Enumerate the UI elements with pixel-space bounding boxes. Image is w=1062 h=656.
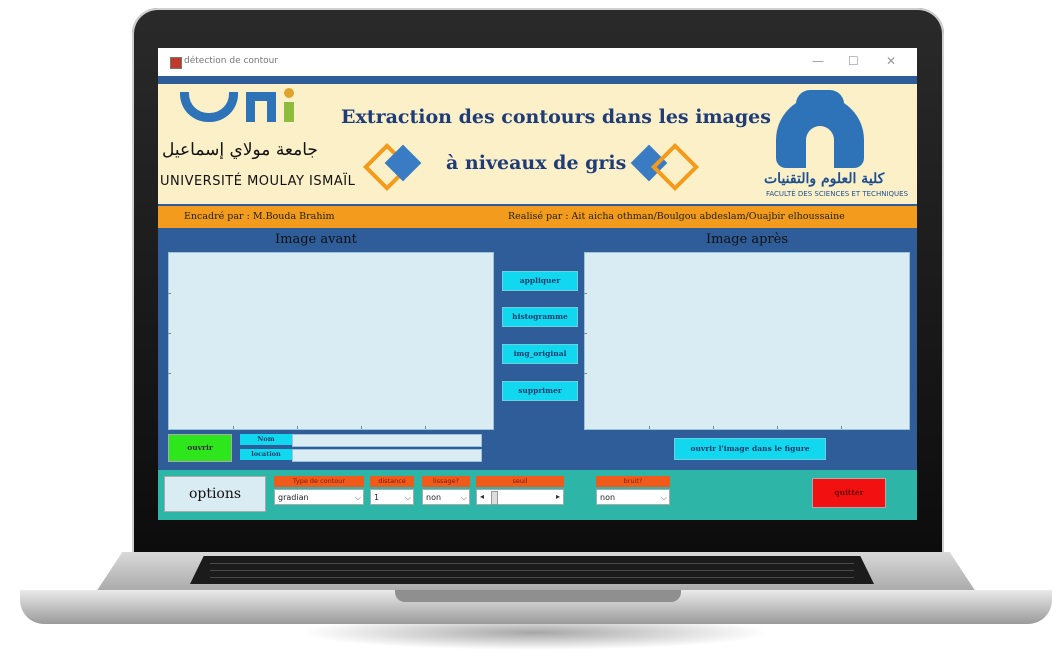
umi-logo-bar <box>284 102 294 122</box>
distance-label: distance <box>370 476 414 487</box>
faculty-name-arabic: كلية العلوم والتقنيات <box>764 171 885 187</box>
chevron-down-icon: ⌵ <box>354 493 361 502</box>
close-button[interactable]: ✕ <box>886 54 896 68</box>
after-image-label: Image après <box>706 232 789 247</box>
distance-select[interactable]: 1 ⌵ <box>370 489 414 505</box>
axis-tick <box>168 373 171 374</box>
threshold-slider[interactable]: ◂ ▸ <box>476 489 564 505</box>
slider-right-arrow-icon[interactable]: ▸ <box>556 492 560 501</box>
header-top-border <box>158 76 917 84</box>
axis-tick <box>649 426 650 429</box>
app-title-line2: à niveaux de gris <box>446 152 627 174</box>
keyboard-row <box>210 577 854 578</box>
slider-thumb[interactable] <box>491 491 498 505</box>
app-window: détection de contour — ☐ ✕ جامعة مولاي إ… <box>158 48 917 520</box>
histogram-button[interactable]: histogramme <box>502 307 578 327</box>
app-icon <box>170 57 182 69</box>
authors-credit: Realisé par : Ait aicha othman/Boulgou a… <box>508 211 845 222</box>
axis-tick <box>584 293 587 294</box>
supervisor-credit: Encadré par : M.Bouda Brahim <box>184 211 335 222</box>
minimize-button[interactable]: — <box>812 54 824 68</box>
umi-logo-m-shape <box>246 92 276 122</box>
name-label: Nom <box>240 434 292 445</box>
original-image-button[interactable]: img_original <box>502 344 578 364</box>
contour-type-select[interactable]: gradian ⌵ <box>274 489 364 505</box>
smoothing-select[interactable]: non ⌵ <box>422 489 470 505</box>
chevron-down-icon: ⌵ <box>404 493 411 502</box>
axis-tick <box>361 426 362 429</box>
fst-logo-gate <box>806 126 834 168</box>
axis-tick <box>233 426 234 429</box>
window-title: détection de contour <box>184 56 279 66</box>
keyboard-row <box>210 563 854 564</box>
university-name-arabic: جامعة مولاي إسماعيل <box>162 140 318 160</box>
open-in-figure-button[interactable]: ouvrir l'image dans le figure <box>674 438 826 460</box>
noise-value: non <box>600 493 616 502</box>
axis-tick <box>168 293 171 294</box>
chevron-down-icon: ⌵ <box>660 493 667 502</box>
university-name-latin: UNIVERSITÉ MOULAY ISMAÏL <box>160 174 356 189</box>
slider-left-arrow-icon[interactable]: ◂ <box>480 492 484 501</box>
delete-button[interactable]: supprimer <box>502 381 578 401</box>
fst-logo-dome <box>796 90 844 104</box>
axis-tick <box>841 426 842 429</box>
axis-tick <box>584 333 587 334</box>
quit-button[interactable]: quitter <box>812 478 886 508</box>
axis-tick <box>425 426 426 429</box>
open-button[interactable]: ouvrir <box>168 434 232 462</box>
axis-tick <box>713 426 714 429</box>
umi-logo-dot <box>284 88 294 98</box>
smoothing-value: non <box>426 493 442 502</box>
options-title: options <box>164 476 266 512</box>
location-field[interactable] <box>292 449 482 462</box>
smoothing-label: lissage? <box>422 476 470 487</box>
laptop-hinge-notch <box>395 590 681 602</box>
apply-button[interactable]: appliquer <box>502 271 578 291</box>
maximize-button[interactable]: ☐ <box>848 54 859 68</box>
faculty-name-latin: FACULTÉ DES SCIENCES ET TECHNIQUES <box>766 190 909 198</box>
axis-tick <box>297 426 298 429</box>
keyboard-row <box>210 570 854 571</box>
axis-tick <box>584 373 587 374</box>
axis-tick <box>168 333 171 334</box>
threshold-label: seuil <box>476 476 564 487</box>
noise-select[interactable]: non ⌵ <box>596 489 670 505</box>
chevron-down-icon: ⌵ <box>460 493 467 502</box>
before-image-axes[interactable] <box>168 252 494 430</box>
after-image-axes[interactable] <box>584 252 910 430</box>
axis-tick <box>777 426 778 429</box>
location-label: location <box>240 449 292 460</box>
window-titlebar: détection de contour — ☐ ✕ <box>158 48 917 76</box>
noise-label: bruit? <box>596 476 670 487</box>
app-title-line1: Extraction des contours dans les images <box>341 106 771 128</box>
before-image-label: Image avant <box>275 232 357 247</box>
contour-type-value: gradian <box>278 493 309 502</box>
distance-value: 1 <box>374 493 380 502</box>
contour-type-label: Type de contour <box>274 476 364 487</box>
name-field[interactable] <box>292 434 482 447</box>
